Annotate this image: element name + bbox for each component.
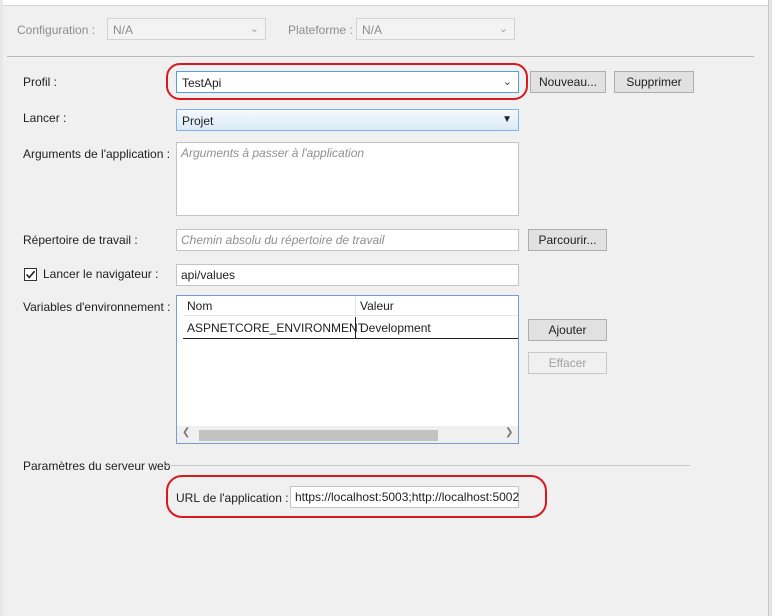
chevron-down-icon: ⌄: [498, 23, 508, 35]
delete-profile-button[interactable]: Supprimer: [614, 71, 694, 93]
env-vars-header-name[interactable]: Nom: [183, 296, 356, 316]
scroll-left-icon[interactable]: ❮: [182, 427, 190, 438]
launch-select[interactable]: Projet ▼: [176, 109, 519, 131]
checkmark-icon: [25, 270, 36, 279]
add-env-var-button[interactable]: Ajouter: [528, 319, 607, 341]
launch-browser-url-input[interactable]: api/values: [176, 264, 519, 286]
chevron-down-icon: ▼: [502, 114, 512, 125]
env-vars-header-value[interactable]: Valeur: [356, 296, 518, 316]
arguments-textarea[interactable]: Arguments à passer à l'application: [176, 142, 519, 216]
browse-button[interactable]: Parcourir...: [528, 229, 607, 251]
launch-browser-label: Lancer le navigateur :: [43, 267, 159, 281]
header-divider: [7, 56, 754, 57]
configuration-label: Configuration :: [17, 23, 96, 37]
scrollbar-thumb[interactable]: [199, 430, 438, 441]
working-directory-input[interactable]: Chemin absolu du répertoire de travail: [176, 229, 519, 251]
arguments-label: Arguments de l'application :: [23, 147, 171, 161]
table-row[interactable]: ASPNETCORE_ENVIRONMENT Development: [183, 317, 518, 339]
platform-label: Plateforme :: [288, 23, 353, 37]
window-left-edge: [0, 0, 3, 616]
web-server-divider: [164, 465, 690, 466]
window-top-edge: [0, 0, 772, 6]
launch-value: Projet: [182, 114, 214, 128]
chevron-down-icon: ⌄: [249, 23, 259, 35]
new-profile-button[interactable]: Nouveau...: [530, 71, 606, 93]
working-directory-label: Répertoire de travail :: [23, 233, 138, 247]
env-vars-grid[interactable]: Nom Valeur ASPNETCORE_ENVIRONMENT Develo…: [176, 295, 519, 444]
platform-select[interactable]: N/A ⌄: [356, 18, 515, 40]
profile-label: Profil :: [23, 75, 58, 89]
clear-env-var-button[interactable]: Effacer: [528, 352, 607, 374]
profile-highlight-ring: [166, 63, 528, 100]
configuration-value: N/A: [113, 23, 134, 37]
app-url-highlight-ring: [166, 475, 547, 518]
window-right-edge: [768, 0, 772, 616]
env-vars-label: Variables d'environnement :: [23, 300, 171, 314]
env-var-value-cell[interactable]: Development: [356, 317, 518, 339]
launch-browser-checkbox[interactable]: [24, 268, 37, 281]
web-server-section-label: Paramètres du serveur web: [23, 459, 171, 473]
configuration-select[interactable]: N/A ⌄: [107, 18, 266, 40]
launch-label: Lancer :: [23, 111, 67, 125]
env-var-name-cell[interactable]: ASPNETCORE_ENVIRONMENT: [183, 317, 365, 339]
platform-value: N/A: [362, 23, 383, 37]
env-vars-horizontal-scrollbar[interactable]: ❮ ❯: [177, 426, 518, 443]
scroll-right-icon[interactable]: ❯: [505, 427, 513, 438]
